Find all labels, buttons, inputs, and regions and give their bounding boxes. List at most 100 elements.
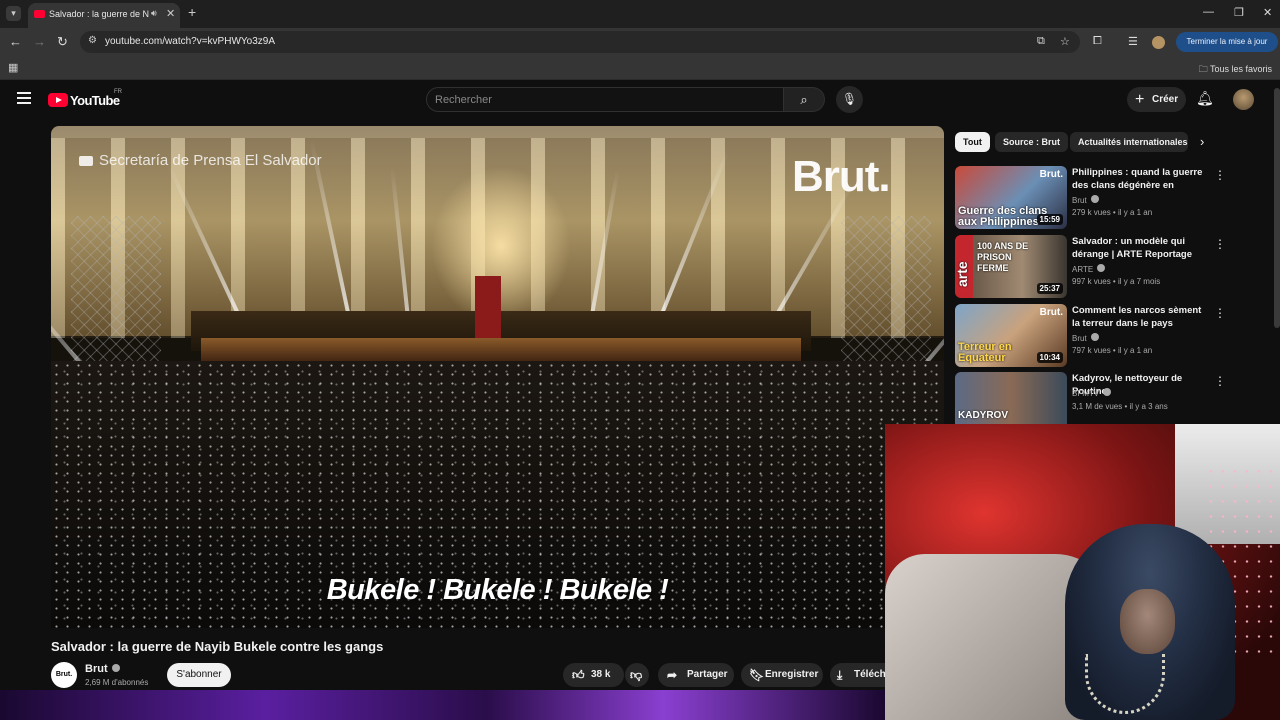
recommendation-title[interactable]: Comment les narcos sèment la terreur dan… [1072,304,1210,330]
like-count: 38 k [591,669,611,680]
recommendation-meta: 279 k vues • il y a 1 an [1072,208,1153,217]
recommendation-item[interactable]: Brut. Terreur en Equateur 10:34 Comment … [955,304,1226,368]
create-button[interactable]: + Créer [1127,87,1186,112]
browser-tab-active[interactable]: Salvador : la guerre de Nayib Bukele con… [28,3,180,28]
thumbnail-brand: Brut. [1039,169,1063,180]
video-thumbnail[interactable]: KADYROV [955,372,1067,424]
youtube-header: YouTube FR ⌕ 🎙︎ + Créer 🔔︎ [0,81,1280,119]
country-code: FR [114,89,122,95]
video-duration: 25:37 [1036,283,1063,294]
install-app-icon[interactable]: ⧉ [1037,35,1045,48]
address-bar[interactable]: ⚙︎ youtube.com/watch?v=kvPHWYo3z9A ⧉ ☆ [80,31,1080,53]
channel-avatar[interactable]: Brut. [51,662,77,688]
maximize-window-button[interactable]: ❐ [1234,6,1244,19]
chevron-right-icon[interactable]: › [1200,134,1204,149]
recommendation-channel[interactable]: BFMTV [1072,388,1112,398]
video-player[interactable]: Secretaría de Prensa El Salvador Brut. B… [51,126,944,628]
camera-icon [79,156,93,166]
site-info-icon[interactable]: ⚙︎ [88,35,97,46]
minimize-window-button[interactable]: — [1203,6,1214,18]
below-fold-preview [0,690,885,720]
all-bookmarks-folder[interactable]: 🗀︎ Tous les favoris [1199,62,1272,78]
download-button[interactable]: ⤓ Télécharger [830,663,885,687]
recommendation-item[interactable]: Brut. Guerre des clans aux Philippines 1… [955,166,1226,230]
recommendation-channel[interactable]: Brut [1072,333,1099,343]
scene-scaffold-right [841,216,931,376]
recommendation-meta: 797 k vues • il y a 1 an [1072,346,1153,355]
thumbs-up-icon: 👍︎ [572,668,585,682]
channel-text: Brut [1072,196,1087,205]
subscriber-count: 2,69 M d'abonnés [85,678,149,687]
recommendation-item[interactable]: arte 100 ANS DE PRISON FERME 25:37 Salva… [955,235,1226,299]
upload-age: il y a 1 an [1117,346,1153,355]
thumbs-down-icon: 👎︎ [630,668,643,682]
youtube-logo-icon[interactable] [48,93,68,107]
verified-badge-icon [1090,333,1099,341]
video-thumbnail[interactable]: arte 100 ANS DE PRISON FERME 25:37 [955,235,1067,298]
bookmark-star-icon[interactable]: ☆ [1060,35,1070,48]
browser-tab-strip: ▾ Salvador : la guerre de Nayib Bukele c… [0,0,1280,28]
channel-name[interactable]: Brut [85,663,120,675]
more-options-icon[interactable]: ⋮ [1214,306,1226,320]
video-title: Salvador : la guerre de Nayib Bukele con… [51,639,384,654]
reading-list-icon[interactable]: ☰ [1128,35,1138,48]
share-label: Partager [687,669,728,680]
more-options-icon[interactable]: ⋮ [1214,237,1226,251]
search-button[interactable]: ⌕ [784,87,825,112]
recommendation-title[interactable]: Salvador : un modèle qui dérange | ARTE … [1072,235,1210,261]
create-label: Créer [1152,94,1179,105]
share-button[interactable]: ➦ Partager [658,663,734,687]
page-scrollbar[interactable] [1274,88,1280,328]
video-thumbnail[interactable]: Brut. Terreur en Equateur 10:34 [955,304,1067,367]
search-box[interactable] [426,87,784,112]
like-button[interactable]: 👍︎ 38 k [563,663,624,687]
upload-age: il y a 1 an [1117,208,1153,217]
thumbnail-caption: KADYROV [958,410,1009,421]
update-browser-button[interactable]: Terminer la mise à jour [1176,32,1278,52]
close-tab-icon[interactable]: ✕ [166,7,175,20]
extensions-icon[interactable]: ⧠ [1093,35,1102,48]
speaker-icon[interactable]: 🔊︎ [151,8,157,19]
recommendation-channel[interactable]: ARTE [1072,264,1106,274]
video-duration: 15:59 [1036,214,1063,225]
back-button[interactable]: ← [9,34,22,49]
view-count: 997 k vues [1072,277,1111,286]
watermark-text: Secretaría de Prensa El Salvador [99,152,322,169]
user-avatar[interactable] [1233,89,1254,110]
subscribe-button[interactable]: S'abonner [167,663,231,687]
voice-search-button[interactable]: 🎙︎ [836,86,863,113]
video-thumbnail[interactable]: Brut. Guerre des clans aux Philippines 1… [955,166,1067,229]
menu-hamburger-icon[interactable] [17,92,31,104]
mic-icon: 🎙︎ [841,92,858,106]
apps-grid-icon[interactable]: ▦ [8,61,18,74]
webcam-overlay [885,424,1280,720]
new-tab-button[interactable]: + [188,4,196,20]
bookmarks-bar: ▦ 🗀︎ Tous les favoris [0,56,1280,80]
save-button[interactable]: 🔖︎ Enregistrer [741,663,823,687]
video-watermark: Secretaría de Prensa El Salvador [79,152,322,169]
bell-icon[interactable]: 🔔︎ [1196,90,1214,107]
save-label: Enregistrer [765,669,819,680]
verified-badge-icon [1097,264,1106,272]
tab-search-dropdown-icon[interactable]: ▾ [6,6,21,21]
more-options-icon[interactable]: ⋮ [1214,168,1226,182]
recommendation-title[interactable]: Philippines : quand la guerre des clans … [1072,166,1210,192]
search-input[interactable] [435,92,765,108]
recommendation-channel[interactable]: Brut [1072,195,1099,205]
reload-button[interactable]: ↻ [57,34,68,50]
chip-international-news[interactable]: Actualités internationales [1070,132,1188,152]
upload-age: il y a 7 mois [1117,277,1161,286]
chip-source-brut[interactable]: Source : Brut [995,132,1069,152]
more-options-icon[interactable]: ⋮ [1214,374,1226,388]
dislike-button[interactable]: 👎︎ [625,663,649,687]
thumbnail-brand: Brut. [1039,307,1063,318]
close-window-button[interactable]: ✕ [1263,6,1272,19]
forward-button[interactable]: → [33,34,46,49]
url-text: youtube.com/watch?v=kvPHWYo3z9A [105,36,275,47]
browser-toolbar: ← → ↻ ⚙︎ youtube.com/watch?v=kvPHWYo3z9A… [0,28,1280,56]
profile-avatar[interactable] [1152,36,1165,49]
upload-age: il y a 3 ans [1129,402,1168,411]
youtube-logo-text[interactable]: YouTube [70,93,120,108]
video-subtitle: Bukele ! Bukele ! Bukele ! [326,574,669,606]
chip-all[interactable]: Tout [955,132,990,152]
